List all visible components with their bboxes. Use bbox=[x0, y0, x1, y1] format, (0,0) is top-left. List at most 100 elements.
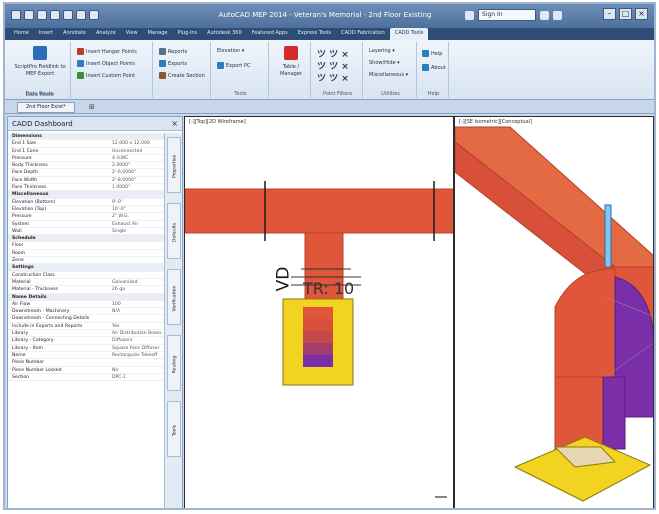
property-row[interactable]: Library Air Distribution Boxes bbox=[8, 330, 164, 338]
property-value[interactable]: 100 bbox=[112, 301, 121, 307]
ribbon-tab[interactable]: Autodesk 360 bbox=[202, 28, 247, 40]
property-value[interactable]: 12.000 x 12.000 bbox=[112, 140, 150, 146]
dashboard-side-tab[interactable]: Properties bbox=[167, 137, 181, 193]
property-row[interactable]: Downstream - Machinery N/A bbox=[8, 308, 164, 316]
property-value[interactable]: 2'-6.0000" bbox=[112, 169, 136, 175]
property-category[interactable]: Dimensions bbox=[8, 133, 164, 141]
close-icon[interactable]: × bbox=[171, 119, 178, 128]
ribbon-tab[interactable]: CADD Fabrication bbox=[336, 28, 390, 40]
property-value[interactable]: Galvanized bbox=[112, 279, 138, 285]
ribbon-tab[interactable]: Analyze bbox=[91, 28, 121, 40]
export-pc-button[interactable]: Export PC bbox=[217, 62, 250, 69]
iso-drop-duct[interactable] bbox=[554, 376, 604, 450]
app-menu-icon[interactable] bbox=[11, 10, 21, 20]
showhide-dropdown[interactable]: Show/Hide ▾ bbox=[369, 60, 400, 66]
property-category[interactable]: Settings bbox=[8, 264, 164, 272]
property-category[interactable]: Name Details bbox=[8, 293, 164, 301]
property-row[interactable]: Material Galvanized bbox=[8, 279, 164, 287]
property-row[interactable]: Wall Single bbox=[8, 228, 164, 236]
manager-icon[interactable] bbox=[284, 46, 298, 60]
save-icon[interactable] bbox=[50, 10, 60, 20]
insert-object-points-button[interactable]: Insert Object Points bbox=[77, 60, 135, 67]
viewport-isometric[interactable]: [-][SE Isometric][Conceptual] bbox=[454, 116, 654, 508]
layering-dropdown[interactable]: Layering ▾ bbox=[369, 48, 395, 54]
property-value[interactable]: 10'-0" bbox=[112, 206, 126, 212]
viewport-top[interactable]: [-][Top][2D Wireframe] VD TR: 10 bbox=[184, 116, 454, 508]
property-value[interactable]: 1.0000" bbox=[112, 184, 130, 190]
user-signin[interactable]: Sign In bbox=[478, 9, 536, 21]
property-value[interactable]: Air Distribution Boxes bbox=[112, 330, 162, 336]
insert-hanger-points-button[interactable]: Insert Hanger Points bbox=[77, 48, 137, 55]
dashboard-side-tab[interactable]: Verification bbox=[167, 269, 181, 325]
property-row[interactable]: Face Thickness 1.0000" bbox=[8, 184, 164, 192]
ribbon-tab[interactable]: Home bbox=[9, 28, 34, 40]
property-value[interactable]: N/A bbox=[112, 308, 120, 314]
elevation-button[interactable]: Elevation ▾ bbox=[217, 48, 244, 54]
new-tab-icon[interactable]: ⊞ bbox=[89, 103, 98, 112]
maximize-button[interactable]: □ bbox=[619, 8, 632, 20]
property-value[interactable]: DPC-1 bbox=[112, 374, 126, 380]
property-row[interactable]: Elevation (Top) 10'-0" bbox=[8, 206, 164, 214]
main-duct[interactable] bbox=[185, 188, 454, 234]
property-category[interactable]: Schedule bbox=[8, 235, 164, 243]
property-category[interactable]: Miscellaneous bbox=[8, 191, 164, 199]
filter-row-3[interactable]: ツ ツ × bbox=[317, 71, 349, 84]
property-row[interactable]: Downstream - Connecting Details bbox=[8, 315, 164, 323]
property-row[interactable]: Piece Number Locked No bbox=[8, 367, 164, 374]
property-value[interactable]: Single bbox=[112, 228, 126, 234]
property-value[interactable]: 9'-0" bbox=[112, 199, 123, 205]
undo-icon[interactable] bbox=[76, 10, 86, 20]
reports-button[interactable]: Reports bbox=[159, 48, 187, 55]
property-value[interactable]: 2.0000" bbox=[112, 162, 130, 168]
help-icon[interactable] bbox=[553, 10, 562, 20]
exports-button[interactable]: Exports bbox=[159, 60, 187, 67]
ribbon-tab[interactable]: Annotate bbox=[58, 28, 91, 40]
property-row[interactable]: Room bbox=[8, 250, 164, 258]
property-row[interactable]: Pressure 2" W.G. bbox=[8, 213, 164, 221]
search-icon[interactable] bbox=[465, 10, 474, 20]
insert-custom-point-button[interactable]: Insert Custom Point bbox=[77, 72, 135, 79]
ribbon-tab[interactable]: CADD Tools bbox=[389, 28, 429, 40]
close-button[interactable]: × bbox=[635, 8, 648, 20]
property-value[interactable]: Yes bbox=[112, 323, 119, 329]
property-value[interactable]: No bbox=[112, 367, 118, 373]
about-button[interactable]: About bbox=[422, 64, 446, 71]
property-value[interactable]: 2'-8.0000" bbox=[112, 177, 136, 183]
property-row[interactable]: System Exhaust Air bbox=[8, 221, 164, 228]
viewport-title[interactable]: [-][Top][2D Wireframe] bbox=[189, 119, 246, 125]
property-value[interactable]: Rectangular Takeoff bbox=[112, 352, 157, 358]
property-value[interactable]: 4 inWC bbox=[112, 155, 128, 161]
property-value[interactable]: Diffusers bbox=[112, 337, 132, 343]
property-value[interactable]: 26 ga bbox=[112, 286, 125, 292]
dashboard-side-tab[interactable]: Defaults bbox=[167, 203, 181, 259]
ribbon-tab[interactable]: Insert bbox=[34, 28, 58, 40]
doc-tab-2nd-floor[interactable]: 2nd Floor Exist* bbox=[17, 102, 75, 113]
iso-elbow-front[interactable] bbox=[554, 268, 616, 380]
property-value[interactable]: Square Face Diffuser bbox=[112, 345, 159, 351]
dashboard-side-tab[interactable]: Tools bbox=[167, 401, 181, 457]
property-row[interactable]: Library - Item Square Face Diffuser bbox=[8, 345, 164, 352]
property-row[interactable]: Name Rectangular Takeoff bbox=[8, 352, 164, 360]
viewport-title[interactable]: [-][SE Isometric][Conceptual] bbox=[459, 119, 532, 125]
property-row[interactable]: Material - Thickness 26 ga bbox=[8, 286, 164, 294]
fieldlink-icon[interactable] bbox=[33, 46, 47, 60]
ribbon-tab[interactable]: Plug-ins bbox=[172, 28, 202, 40]
property-row[interactable]: End 1 Size 12.000 x 12.000 bbox=[8, 140, 164, 148]
property-row[interactable]: Pressure 4 inWC bbox=[8, 155, 164, 163]
property-value[interactable]: Unconnected bbox=[112, 148, 142, 154]
print-icon[interactable] bbox=[63, 10, 73, 20]
property-value[interactable]: Exhaust Air bbox=[112, 221, 138, 227]
ribbon-tab[interactable]: Express Tools bbox=[293, 28, 336, 40]
property-row[interactable]: Face Depth 2'-6.0000" bbox=[8, 169, 164, 177]
exchange-icon[interactable] bbox=[540, 10, 549, 20]
miscellaneous-dropdown[interactable]: Miscellaneous ▾ bbox=[369, 72, 408, 78]
ribbon-tab[interactable]: View bbox=[121, 28, 143, 40]
property-row[interactable]: Zone bbox=[8, 257, 164, 265]
create-section-button[interactable]: Create Section bbox=[159, 72, 205, 79]
ribbon-tab[interactable]: Featured Apps bbox=[247, 28, 293, 40]
open-file-icon[interactable] bbox=[37, 10, 47, 20]
ribbon-tab[interactable]: Manage bbox=[143, 28, 173, 40]
property-row[interactable]: Air Flow 100 bbox=[8, 301, 164, 309]
property-row[interactable]: Piece Number bbox=[8, 359, 164, 367]
help-button[interactable]: Help bbox=[422, 50, 442, 57]
